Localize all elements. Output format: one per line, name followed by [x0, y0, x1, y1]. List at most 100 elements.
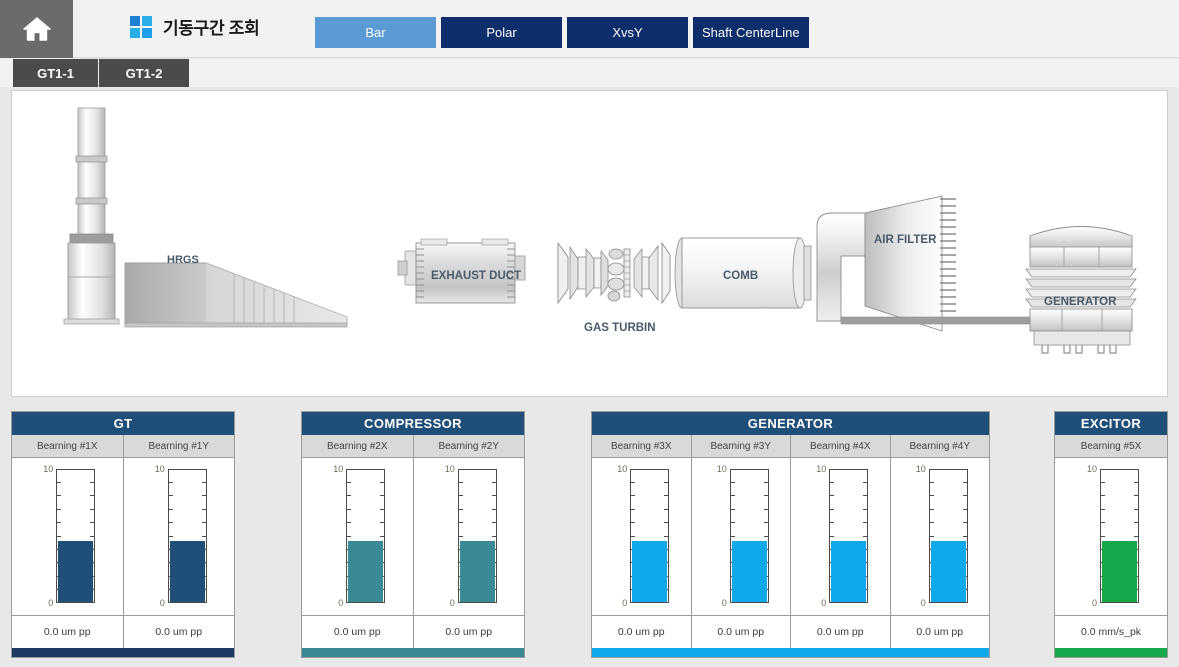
axis-min-label: 0	[149, 598, 165, 608]
gauge-column[interactable]: Bearning #4X 10 0 0.0 um pp	[791, 435, 891, 648]
gauge-column[interactable]: Bearning #1Y 10 0 0.0 um pp	[124, 435, 235, 648]
channel-value: 0.0 mm/s_pk	[1055, 615, 1167, 648]
gauge-columns: Bearning #3X1000.0 um ppBearning #3Y 10 0 0…	[592, 435, 989, 648]
gauge-fill	[732, 541, 767, 601]
channel-value: 0.0 um pp	[124, 615, 235, 648]
gauge-column[interactable]: Bearning #1X 10 0 0.0 um pp	[12, 435, 124, 648]
axis-max-label: 10	[1081, 464, 1097, 474]
view-mode-buttons: Bar Polar XvsY Shaft CenterLine	[315, 17, 809, 48]
gauge-column[interactable]: Bearning #3X1000.0 um pp	[592, 435, 692, 648]
gauge-fill	[460, 541, 495, 601]
channel-value: 0.0 um pp	[592, 615, 691, 648]
exhaust-duct-label: EXHAUST DUCT	[431, 270, 521, 282]
axis-max-label: 10	[439, 464, 455, 474]
gauge-column[interactable]: Bearning #5X 10 0 0.0 mm/s_pk	[1055, 435, 1167, 648]
grid-squares-icon	[130, 16, 152, 38]
gauge-fill	[1102, 541, 1137, 601]
bar-gauge: 100	[1083, 469, 1139, 603]
comb-unit: COMB	[675, 238, 811, 308]
axis-max-label: 10	[327, 464, 343, 474]
gauge-cell: 100	[891, 458, 990, 615]
channel-label: Bearning #4X	[791, 435, 890, 458]
group-title: COMPRESSOR	[302, 412, 524, 435]
channel-value: 0.0 um pp	[12, 615, 123, 648]
channel-label: Bearning #2Y	[414, 435, 525, 458]
gauge-cell: 10 0	[124, 458, 235, 615]
gauge-group-excitor: EXCITORBearning #5X 10 0 0.0 mm/s_pk	[1054, 411, 1168, 658]
group-accent-bar	[1055, 648, 1167, 657]
gauge-fill	[931, 541, 966, 601]
bar-gauge: 100	[151, 469, 207, 603]
air-filter-unit: AIR FILTER	[817, 196, 956, 331]
gauge-fill	[632, 541, 667, 601]
gauge-column[interactable]: Bearning #4Y1000.0 um pp	[891, 435, 990, 648]
group-title: EXCITOR	[1055, 412, 1167, 435]
gauge-columns: Bearning #2X 100 0.0 um pp Bearning #2Y 100 0…	[302, 435, 524, 648]
gauge-group-generator: GENERATORBearning #3X1000.0 um ppBearnin…	[591, 411, 990, 658]
channel-value: 0.0 um pp	[302, 615, 413, 648]
axis-min-label: 0	[37, 598, 53, 608]
home-button[interactable]	[0, 0, 73, 58]
axis-min-label: 0	[711, 598, 727, 608]
generator-unit: GENERATOR	[1026, 227, 1136, 354]
axis-min-label: 0	[1081, 598, 1097, 608]
machine-train-svg: HRGS EXHAUST DUCT	[12, 91, 1167, 396]
gauge-fill	[831, 541, 866, 601]
channel-value: 0.0 um pp	[414, 615, 525, 648]
gauge-cell: 10 0	[12, 458, 123, 615]
group-accent-bar	[302, 648, 524, 657]
axis-max-label: 10	[810, 464, 826, 474]
view-button-xvsy[interactable]: XvsY	[567, 17, 688, 48]
group-accent-bar	[592, 648, 989, 657]
group-accent-bar	[12, 648, 234, 657]
top-header-bar: 기동구간 조회 Bar Polar XvsY Shaft CenterLine	[0, 0, 1179, 58]
axis-max-label: 10	[711, 464, 727, 474]
stack-chimney	[64, 108, 119, 324]
gauge-cell: 100	[302, 458, 413, 615]
group-title: GENERATOR	[592, 412, 989, 435]
gauge-column[interactable]: Bearning #2X 100 0.0 um pp	[302, 435, 414, 648]
axis-max-label: 10	[149, 464, 165, 474]
gauge-column[interactable]: Bearning #3Y1000.0 um pp	[692, 435, 792, 648]
generator-label: GENERATOR	[1044, 296, 1117, 308]
channel-value: 0.0 um pp	[791, 615, 890, 648]
view-button-polar[interactable]: Polar	[441, 17, 562, 48]
gauge-group-compressor: COMPRESSORBearning #2X1000.0 um ppBearni…	[301, 411, 525, 658]
gauge-fill	[58, 541, 93, 601]
unit-tab-strip: GT1-1 GT1-2	[0, 59, 1179, 87]
gauge-cell: 100	[592, 458, 691, 615]
bar-gauge: 100	[329, 469, 385, 603]
gauge-columns: Bearning #5X 10 0 0.0 mm/s_pk	[1055, 435, 1167, 648]
comb-label: COMB	[723, 270, 758, 282]
view-button-shaft-centerline[interactable]: Shaft CenterLine	[693, 17, 809, 48]
gauge-fill	[348, 541, 383, 601]
axis-min-label: 0	[810, 598, 826, 608]
group-title: GT	[12, 412, 234, 435]
gas-turbin-unit: GAS TURBIN	[558, 243, 670, 334]
axis-max-label: 10	[37, 464, 53, 474]
bar-gauge: 100	[441, 469, 497, 603]
machine-train-diagram-panel: HRGS EXHAUST DUCT	[11, 90, 1168, 397]
shaft-connector	[841, 317, 1039, 324]
bar-gauge: 100	[912, 469, 968, 603]
tab-gt1-2[interactable]: GT1-2	[99, 59, 189, 87]
channel-label: Bearning #4Y	[891, 435, 990, 458]
gauge-cell: 10 0	[1055, 458, 1167, 615]
gauge-group-gt: GTBearning #1X1000.0 um ppBearning #1Y10…	[11, 411, 235, 658]
channel-label: Bearning #5X	[1055, 435, 1167, 458]
channel-label: Bearning #1Y	[124, 435, 235, 458]
gauge-column[interactable]: Bearning #2Y 100 0.0 um pp	[414, 435, 525, 648]
home-icon	[23, 16, 51, 42]
exhaust-duct-unit: EXHAUST DUCT	[398, 239, 525, 303]
channel-label: Bearning #3Y	[692, 435, 791, 458]
channel-label: Bearning #2X	[302, 435, 413, 458]
gas-turbin-label: GAS TURBIN	[584, 322, 656, 334]
bar-gauge: 100	[812, 469, 868, 603]
view-button-bar[interactable]: Bar	[315, 17, 436, 48]
gauge-cell: 10 0	[791, 458, 890, 615]
tab-gt1-1[interactable]: GT1-1	[13, 59, 98, 87]
channel-label: Bearning #1X	[12, 435, 123, 458]
bar-gauge: 100	[713, 469, 769, 603]
channel-value: 0.0 um pp	[692, 615, 791, 648]
gauge-fill	[170, 541, 205, 601]
